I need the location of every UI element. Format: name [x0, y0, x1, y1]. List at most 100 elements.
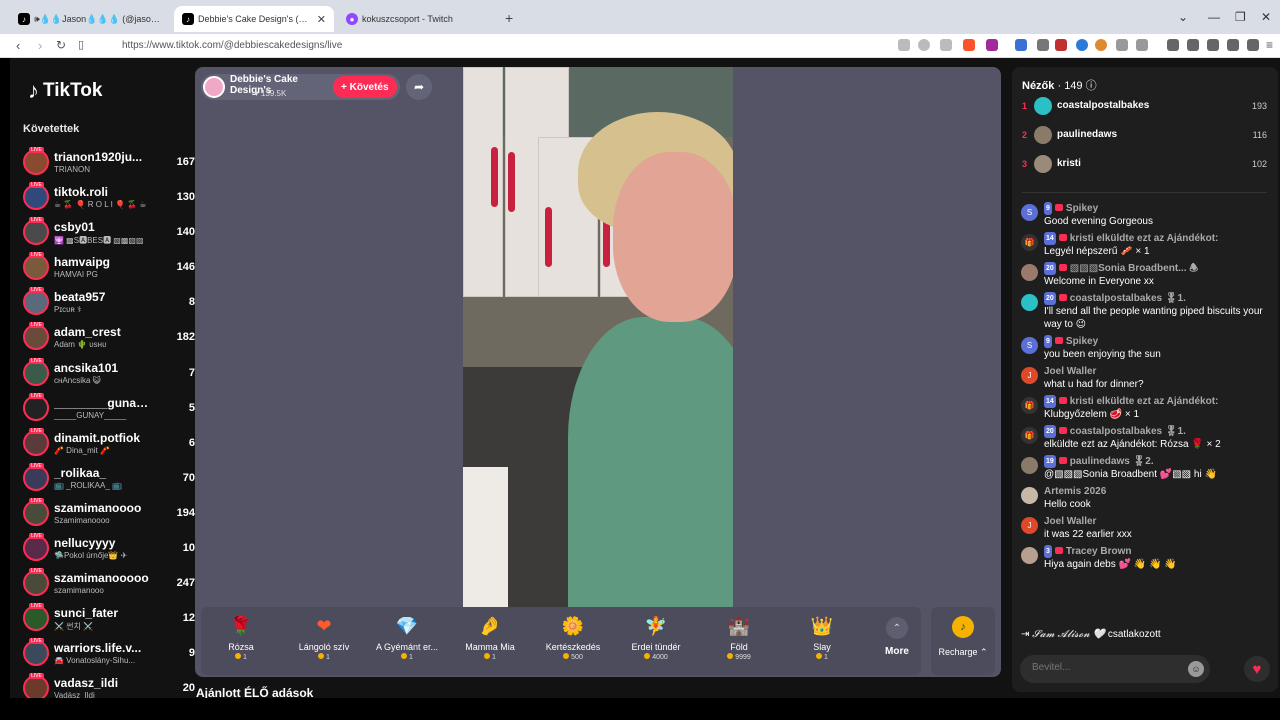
tab-debbies-cake[interactable]: ♪ Debbie's Cake Design's (@de ✕	[174, 6, 334, 32]
minimize-icon[interactable]: —	[1208, 10, 1220, 24]
message-author[interactable]: 20 ▧▧▧Sonia Broadbent... 🕭	[1044, 262, 1272, 275]
live-video[interactable]	[463, 67, 733, 607]
avatar[interactable]	[1021, 264, 1038, 281]
extension-icon[interactable]	[1037, 39, 1049, 51]
avatar[interactable]	[23, 217, 49, 246]
avatar[interactable]	[1021, 294, 1038, 311]
message-author[interactable]: Joel Waller	[1044, 365, 1272, 378]
zoom-icon[interactable]	[918, 39, 930, 51]
bookmark-icon[interactable]: ▯	[78, 38, 84, 51]
info-icon[interactable]: ⓘ	[1086, 80, 1097, 92]
message-author[interactable]: 20 coastalpostalbakes 🎖1.	[1044, 425, 1272, 438]
top-viewer-row[interactable]: 1 coastalpostalbakes 193	[1022, 97, 1267, 117]
new-tab-button[interactable]: +	[505, 10, 513, 26]
avatar[interactable]	[1034, 97, 1052, 115]
follow-button[interactable]: + Követés	[333, 76, 397, 98]
emoji-icon[interactable]: ☺	[1188, 661, 1204, 677]
forward-icon[interactable]: ›	[38, 38, 42, 53]
back-icon[interactable]: ‹	[16, 38, 20, 53]
share-page-icon[interactable]	[940, 39, 952, 51]
gift-item[interactable]: 💎 A Gyémánt er... 1	[367, 607, 447, 675]
gift-item[interactable]: 🏰 Föld 9999	[699, 607, 779, 675]
sidebar-icon[interactable]	[1187, 39, 1199, 51]
more-gifts-button[interactable]: ⌃ More	[873, 607, 921, 675]
avatar[interactable]: 🎁	[1021, 397, 1038, 414]
following-item[interactable]: sunci_fater⚔️ 썬치 ⚔️ 12	[20, 602, 195, 637]
streamer-avatar[interactable]	[203, 76, 225, 98]
menu-icon[interactable]: ≡	[1266, 38, 1273, 52]
reload-icon[interactable]: ↻	[56, 38, 66, 52]
close-icon[interactable]: ✕	[311, 13, 326, 26]
url-field[interactable]: https://www.tiktok.com/@debbiescakedesig…	[122, 40, 342, 51]
avatar[interactable]	[1034, 126, 1052, 144]
avatar[interactable]	[23, 603, 49, 632]
message-author[interactable]: 20 coastalpostalbakes 🎖1.	[1044, 292, 1272, 305]
extension-icon[interactable]	[898, 39, 910, 51]
avatar[interactable]	[23, 533, 49, 562]
gift-item[interactable]: 🤌 Mamma Mia 1	[450, 607, 530, 675]
following-item[interactable]: ________gunay..._____GUNAY_____5	[20, 392, 195, 427]
message-author[interactable]: 9 Spikey	[1044, 202, 1272, 215]
extension-icon[interactable]	[1055, 39, 1067, 51]
translate-icon[interactable]	[1015, 39, 1027, 51]
avatar[interactable]	[23, 568, 49, 597]
avatar[interactable]: J	[1021, 517, 1038, 534]
viewers-title[interactable]: Nézők · 149 ⓘ	[1022, 77, 1097, 93]
avatar[interactable]	[23, 462, 49, 491]
leo-icon[interactable]	[1227, 39, 1239, 51]
following-item[interactable]: nellucyyyy🛸Pokol úrnője👑 ✈ 10	[20, 532, 195, 567]
wallet-icon[interactable]	[1207, 39, 1219, 51]
avatar[interactable]	[23, 673, 49, 698]
avatar[interactable]	[23, 392, 49, 421]
message-author[interactable]: Artemis 2026	[1044, 485, 1272, 498]
message-author[interactable]: 14 kristi elküldte ezt az Ajándékot:	[1044, 232, 1272, 245]
music-icon[interactable]	[1167, 39, 1179, 51]
following-item[interactable]: szamimanooooSzamimanoooo 194	[20, 497, 195, 532]
gift-item[interactable]: ❤ Lángoló szív 1	[284, 607, 364, 675]
top-viewer-row[interactable]: 2 paulinedaws 116	[1022, 126, 1267, 146]
window-close-icon[interactable]: ✕	[1261, 10, 1271, 24]
vpn-icon[interactable]	[1247, 39, 1259, 51]
avatar[interactable]: 🎁	[1021, 234, 1038, 251]
avatar[interactable]	[1021, 457, 1038, 474]
extension-icon[interactable]	[1136, 39, 1148, 51]
maximize-icon[interactable]: ❐	[1235, 10, 1246, 24]
avatar[interactable]	[23, 182, 49, 211]
puzzle-icon[interactable]	[1116, 39, 1128, 51]
avatar[interactable]	[23, 147, 49, 175]
tiktok-logo[interactable]: ♪ TikTok	[28, 78, 102, 104]
brave-rewards-icon[interactable]	[986, 39, 998, 51]
message-author[interactable]: 19 paulinedaws 🎖2.	[1044, 455, 1272, 468]
avatar[interactable]	[23, 497, 49, 526]
tab-twitch[interactable]: ● kokuszcsoport - Twitch	[338, 6, 498, 32]
avatar[interactable]	[23, 322, 49, 351]
avatar[interactable]	[23, 252, 49, 281]
avatar[interactable]: 🎁	[1021, 427, 1038, 444]
message-author[interactable]: 3 Tracey Brown	[1044, 545, 1272, 558]
avatar[interactable]: J	[1021, 367, 1038, 384]
extension-icon[interactable]	[1076, 39, 1088, 51]
heart-icon[interactable]: ♥	[1244, 656, 1270, 682]
avatar[interactable]	[1021, 487, 1038, 504]
message-author[interactable]: Joel Waller	[1044, 515, 1272, 528]
following-item[interactable]: beata957Pɪcᴜʀ ⚕8	[20, 286, 195, 321]
message-author[interactable]: 14 kristi elküldte ezt az Ajándékot:	[1044, 395, 1272, 408]
tab-jason[interactable]: ♪ 🕪💧💧Jason💧💧💧 (@jason_sar	[10, 6, 170, 32]
chat-input[interactable]	[1032, 662, 1182, 673]
gift-item[interactable]: 🌼 Kertészkedés 500	[533, 607, 613, 675]
avatar[interactable]: S	[1021, 204, 1038, 221]
following-item[interactable]: csby01🕎 ▩S🅰BES🅰 ▧▩▧▨ 140	[20, 216, 195, 251]
following-item[interactable]: szamimanoooooszamimanooo 247	[20, 567, 195, 602]
brave-shield-icon[interactable]	[963, 39, 975, 51]
gift-item[interactable]: 🌹 Rózsa 1	[201, 607, 281, 675]
avatar[interactable]	[1034, 155, 1052, 173]
avatar[interactable]: S	[1021, 337, 1038, 354]
chevron-down-icon[interactable]: ⌄	[1178, 10, 1188, 24]
share-icon[interactable]: ➦	[406, 74, 432, 100]
following-item[interactable]: adam_crestAdam 🌵 ᴜsнᴜ 182	[20, 321, 195, 356]
extension-icon[interactable]	[1095, 39, 1107, 51]
following-item[interactable]: vadasz_ildiVadász_Ildi 20	[20, 672, 195, 698]
top-viewer-row[interactable]: 3 kristi 102	[1022, 155, 1267, 175]
following-item[interactable]: _rolikaa_📺 _ROLIKAA_ 📺 70	[20, 462, 195, 497]
avatar[interactable]	[23, 287, 49, 316]
